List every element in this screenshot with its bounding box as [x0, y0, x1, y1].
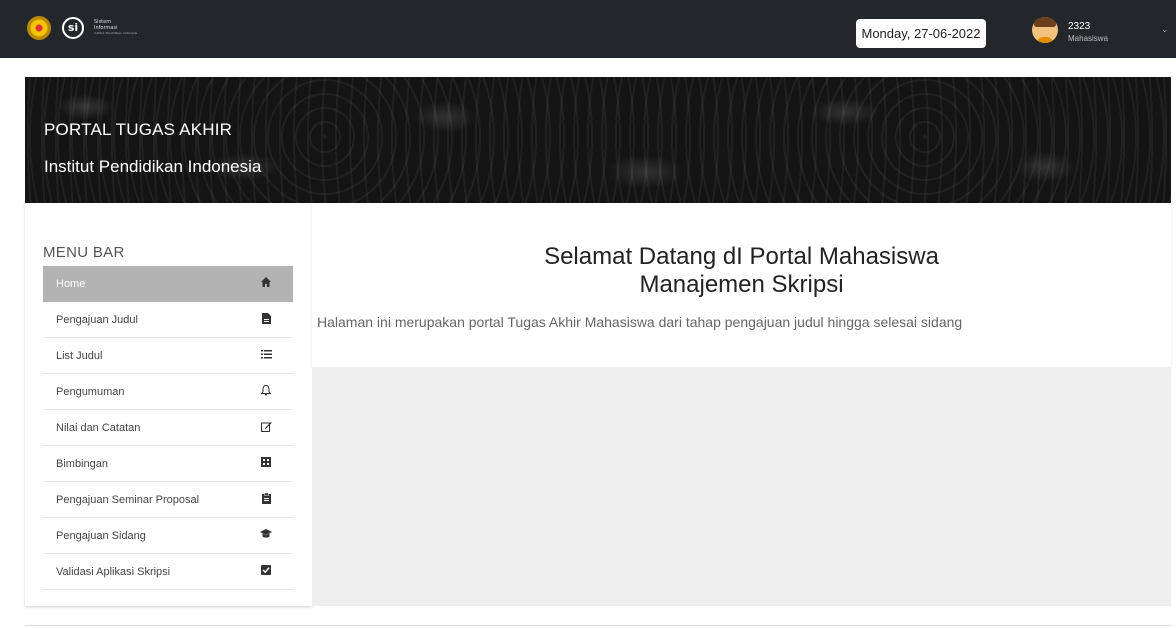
menu-item-label: Pengajuan Judul [56, 313, 138, 326]
banner-title: PORTAL TUGAS AKHIR [44, 120, 233, 139]
menu-item-list-judul[interactable]: List Judul [43, 338, 293, 374]
divider [25, 625, 1171, 626]
welcome-heading-line-1: Selamat Datang dI Portal Mahasiswa [544, 243, 939, 270]
user-avatar[interactable] [1032, 17, 1058, 43]
menu-item-label: Nilai dan Catatan [56, 421, 141, 434]
menu-item-label: Pengajuan Sidang [56, 529, 146, 542]
sidebar: MENU BAR Home Pengajuan Judul List Judul… [25, 203, 312, 606]
home-icon [259, 277, 273, 291]
logo-line-small: Institut Pendidikan Indonesia [94, 31, 138, 35]
menu-item-label: Home [56, 278, 86, 290]
menu-item-label: Pengumuman [56, 385, 125, 398]
user-role[interactable]: Mahasiswa [1068, 34, 1108, 43]
bell-icon [259, 384, 273, 399]
menu-item-pengajuan-seminar-proposal[interactable]: Pengajuan Seminar Proposal [43, 482, 293, 518]
menu-item-pengumuman[interactable]: Pengumuman [43, 374, 293, 410]
list-icon [259, 349, 273, 363]
menu-item-home[interactable]: Home [43, 266, 293, 302]
menu-item-label: Bimbingan [56, 457, 108, 470]
menu-item-nilai-dan-catatan[interactable]: Nilai dan Catatan [43, 410, 293, 446]
welcome-description: Halaman ini merupakan portal Tugas Akhir… [317, 314, 963, 330]
menu-item-pengajuan-sidang[interactable]: Pengajuan Sidang [43, 518, 293, 554]
page-banner: PORTAL TUGAS AKHIR Institut Pendidikan I… [25, 77, 1171, 203]
chevron-down-icon[interactable]: ⌄ [1161, 24, 1169, 35]
top-navbar: si Sistem Informasi Institut Pendidikan … [0, 0, 1176, 58]
expand-icon [259, 457, 273, 471]
menu-title: MENU BAR [43, 244, 125, 261]
banner-subtitle: Institut Pendidikan Indonesia [44, 157, 262, 176]
menu-item-validasi-aplikasi-skripsi[interactable]: Validasi Aplikasi Skripsi [43, 554, 293, 590]
menu-list: Home Pengajuan Judul List Judul Pengumum… [43, 266, 293, 590]
menu-item-label: Validasi Aplikasi Skripsi [56, 565, 171, 578]
checkbox-icon [259, 565, 273, 579]
welcome-panel: Selamat Datang dI Portal Mahasiswa Manaj… [312, 203, 1171, 367]
file-icon [259, 313, 273, 327]
app-logo-text: Sistem Informasi Institut Pendidikan Ind… [94, 19, 144, 35]
university-logo-icon[interactable] [27, 16, 51, 40]
clipboard-icon [259, 492, 273, 507]
user-id[interactable]: 2323 [1068, 21, 1090, 32]
graduation-cap-icon [259, 529, 273, 543]
content-area [312, 367, 1171, 606]
si-logo-icon[interactable]: si [62, 17, 84, 39]
edit-icon [259, 421, 273, 435]
welcome-heading-line-2: Manajemen Skripsi [639, 271, 844, 298]
menu-item-pengajuan-judul[interactable]: Pengajuan Judul [43, 302, 293, 338]
menu-item-bimbingan[interactable]: Bimbingan [43, 446, 293, 482]
menu-item-label: Pengajuan Seminar Proposal [56, 493, 200, 506]
date-display: Monday, 27-06-2022 [856, 19, 986, 48]
menu-item-label: List Judul [56, 349, 103, 362]
